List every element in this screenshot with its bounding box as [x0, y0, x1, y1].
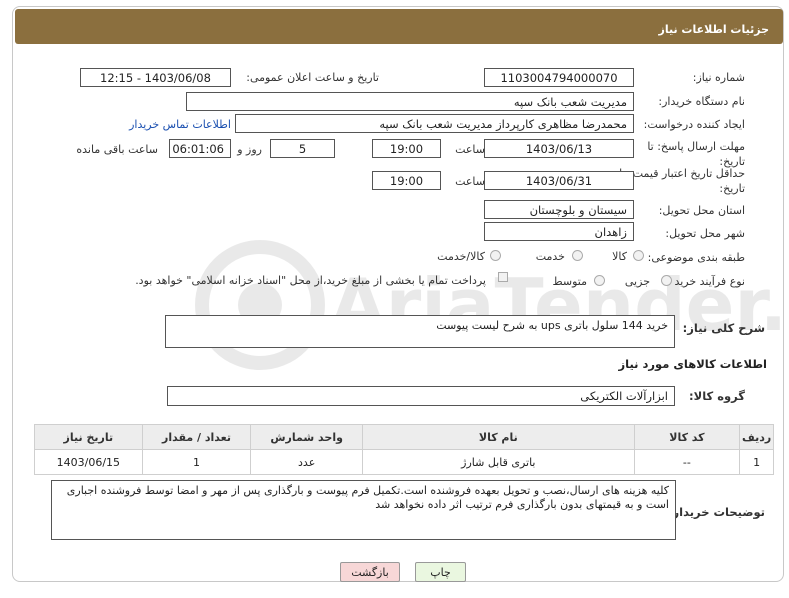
goods-group-field: ابزارآلات الکتریکی — [167, 386, 675, 406]
time-remaining-field: 06:01:06 — [169, 139, 231, 158]
cell-code: -- — [633, 449, 741, 475]
category-goods-radio[interactable] — [633, 250, 644, 261]
delivery-province-label: استان محل تحویل: — [658, 204, 745, 217]
purchase-minor-radio[interactable] — [661, 275, 672, 286]
col-date-header: تاریخ نیاز — [34, 424, 143, 450]
col-name-header: نام کالا — [362, 424, 635, 450]
buyer-notes-textarea[interactable]: کلیه هزینه های ارسال،نصب و تحویل بعهده ف… — [51, 480, 676, 540]
validity-date-field: 1403/06/31 — [484, 171, 634, 190]
summary-textarea[interactable]: خرید 144 سلول باتری ups به شرح لیست پیوس… — [165, 315, 675, 348]
validity-hour-label: ساعت — [455, 175, 485, 188]
days-remaining-field: 5 — [270, 139, 335, 158]
validity-deadline-label: حداقل تاریخ اعتبار قیمت: تا تاریخ: — [619, 167, 745, 195]
announce-datetime-field: 1403/06/08 - 12:15 — [80, 68, 231, 87]
creator-field: محمدرضا مظاهری کارپرداز مدیریت شعب بانک … — [235, 114, 634, 133]
announce-datetime-label: تاریخ و ساعت اعلان عمومی: — [246, 71, 379, 84]
validity-time-field: 19:00 — [372, 171, 441, 190]
treasury-note: پرداخت تمام یا بخشی از مبلغ خرید،از محل … — [135, 274, 486, 287]
cell-qty: 1 — [141, 449, 252, 475]
buyer-org-label: نام دستگاه خریدار: — [658, 95, 745, 108]
back-button[interactable]: بازگشت — [340, 562, 400, 582]
goods-info-heading: اطلاعات کالاهای مورد نیاز — [618, 357, 767, 371]
category-goods-service-radio[interactable] — [490, 250, 501, 261]
purchase-minor-label: جزیی — [624, 275, 650, 288]
delivery-city-field: زاهدان — [484, 222, 634, 241]
send-deadline-label: مهلت ارسال پاسخ: تا تاریخ: — [647, 140, 745, 168]
col-unit-header: واحد شمارش — [250, 424, 364, 450]
hours-remaining-label: ساعت باقی مانده — [76, 143, 158, 156]
send-hour-label: ساعت — [455, 143, 485, 156]
need-number-label: شماره نیاز: — [692, 71, 745, 84]
cell-row: 1 — [739, 449, 774, 475]
col-code-header: کد کالا — [633, 424, 741, 450]
summary-label: شرح کلی نیاز: — [682, 321, 765, 335]
goods-group-label: گروه کالا: — [689, 389, 745, 403]
category-service-radio[interactable] — [572, 250, 583, 261]
cell-date: 1403/06/15 — [34, 449, 143, 475]
buyer-contact-link[interactable]: اطلاعات تماس خریدار — [129, 118, 231, 131]
delivery-province-field: سیستان و بلوچستان — [484, 200, 634, 219]
purchase-type-label: نوع فرآیند خرید : — [667, 275, 745, 288]
buyer-org-field: مدیریت شعب بانک سپه — [186, 92, 634, 111]
category-goods-service-label: کالا/خدمت — [437, 250, 485, 263]
table-header-row: ردیف کد کالا نام کالا واحد شمارش تعداد /… — [34, 424, 774, 450]
category-goods-label: کالا — [612, 250, 627, 263]
buyer-notes-label: توضیحات خریدار: — [667, 505, 765, 519]
cell-unit: عدد — [250, 449, 364, 475]
delivery-city-label: شهر محل تحویل: — [665, 227, 745, 240]
send-date-field: 1403/06/13 — [484, 139, 634, 158]
col-row-header: ردیف — [739, 424, 774, 450]
table-row: 1 -- باتری قابل شارژ عدد 1 1403/06/15 — [34, 449, 774, 475]
cell-name: باتری قابل شارژ — [362, 449, 635, 475]
purchase-medium-radio[interactable] — [594, 275, 605, 286]
need-number-field: 1103004794000070 — [484, 68, 634, 87]
goods-table: ردیف کد کالا نام کالا واحد شمارش تعداد /… — [34, 424, 774, 475]
category-label: طبقه بندی موضوعی: — [647, 251, 745, 264]
days-label: روز و — [237, 143, 262, 156]
col-qty-header: تعداد / مقدار — [141, 424, 252, 450]
creator-label: ایجاد کننده درخواست: — [643, 118, 745, 131]
print-button[interactable]: چاپ — [415, 562, 466, 582]
page-title: جزئیات اطلاعات نیاز — [15, 9, 783, 44]
purchase-medium-label: متوسط — [552, 275, 587, 288]
send-time-field: 19:00 — [372, 139, 441, 158]
category-service-label: خدمت — [535, 250, 565, 263]
treasury-checkbox[interactable] — [498, 272, 508, 282]
